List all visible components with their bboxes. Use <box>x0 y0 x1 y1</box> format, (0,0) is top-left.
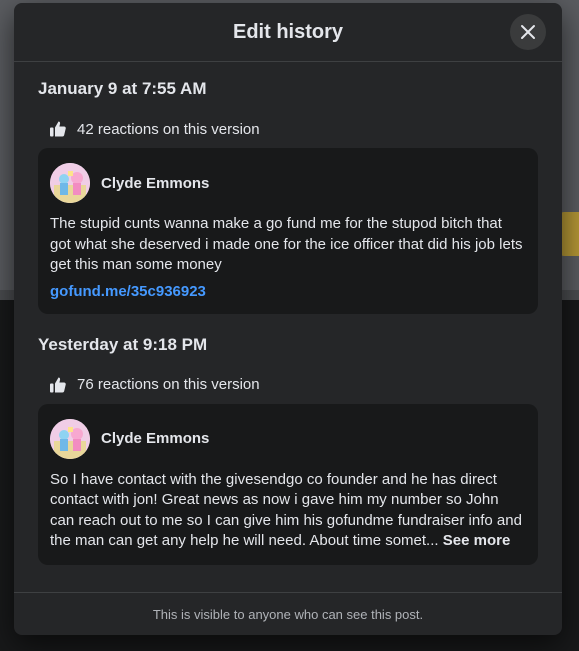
post-version-card: Clyde Emmons So I have contact with the … <box>38 403 538 565</box>
dialog-title: Edit history <box>232 20 343 43</box>
reactions-count: 42 reactions on this version <box>77 120 260 138</box>
reactions-row[interactable]: 42 reactions on this version <box>38 118 538 140</box>
dialog-footer: This is visible to anyone who can see th… <box>14 592 562 635</box>
version-entry: January 9 at 7:55 AM 42 reactions on thi… <box>38 79 538 314</box>
version-date: Yesterday at 9:18 PM <box>38 334 208 354</box>
version-date: January 9 at 7:55 AM <box>38 79 207 98</box>
like-icon <box>49 120 67 138</box>
close-button[interactable] <box>510 14 546 50</box>
visibility-note: This is visible to anyone who can see th… <box>152 606 424 622</box>
post-text: The stupid cunts wanna make a go fund me… <box>50 215 523 273</box>
like-icon <box>49 376 67 394</box>
post-header: Clyde Emmons <box>50 163 526 203</box>
edit-history-dialog: Edit history January 9 at 7:55 AM 42 rea… <box>14 3 562 635</box>
see-more-link[interactable]: See more <box>443 532 511 549</box>
post-text: So I have contact with the givesendgo co… <box>50 470 526 552</box>
close-icon <box>521 25 535 39</box>
author-name[interactable]: Clyde Emmons <box>101 430 209 447</box>
avatar[interactable] <box>50 163 90 203</box>
reactions-row[interactable]: 76 reactions on this version <box>38 374 538 396</box>
post-header: Clyde Emmons <box>50 418 526 459</box>
author-name[interactable]: Clyde Emmons <box>101 175 209 192</box>
avatar[interactable] <box>50 418 90 459</box>
version-entry: Yesterday at 9:18 PM 76 reactions on thi… <box>38 335 538 565</box>
dialog-body: January 9 at 7:55 AM 42 reactions on thi… <box>14 79 562 565</box>
background-accent <box>560 212 579 256</box>
post-link[interactable]: gofund.me/35c936923 <box>50 283 206 300</box>
post-version-card: Clyde Emmons The stupid cunts wanna make… <box>38 148 538 314</box>
dialog-header: Edit history <box>14 3 562 62</box>
reactions-count: 76 reactions on this version <box>77 376 260 393</box>
